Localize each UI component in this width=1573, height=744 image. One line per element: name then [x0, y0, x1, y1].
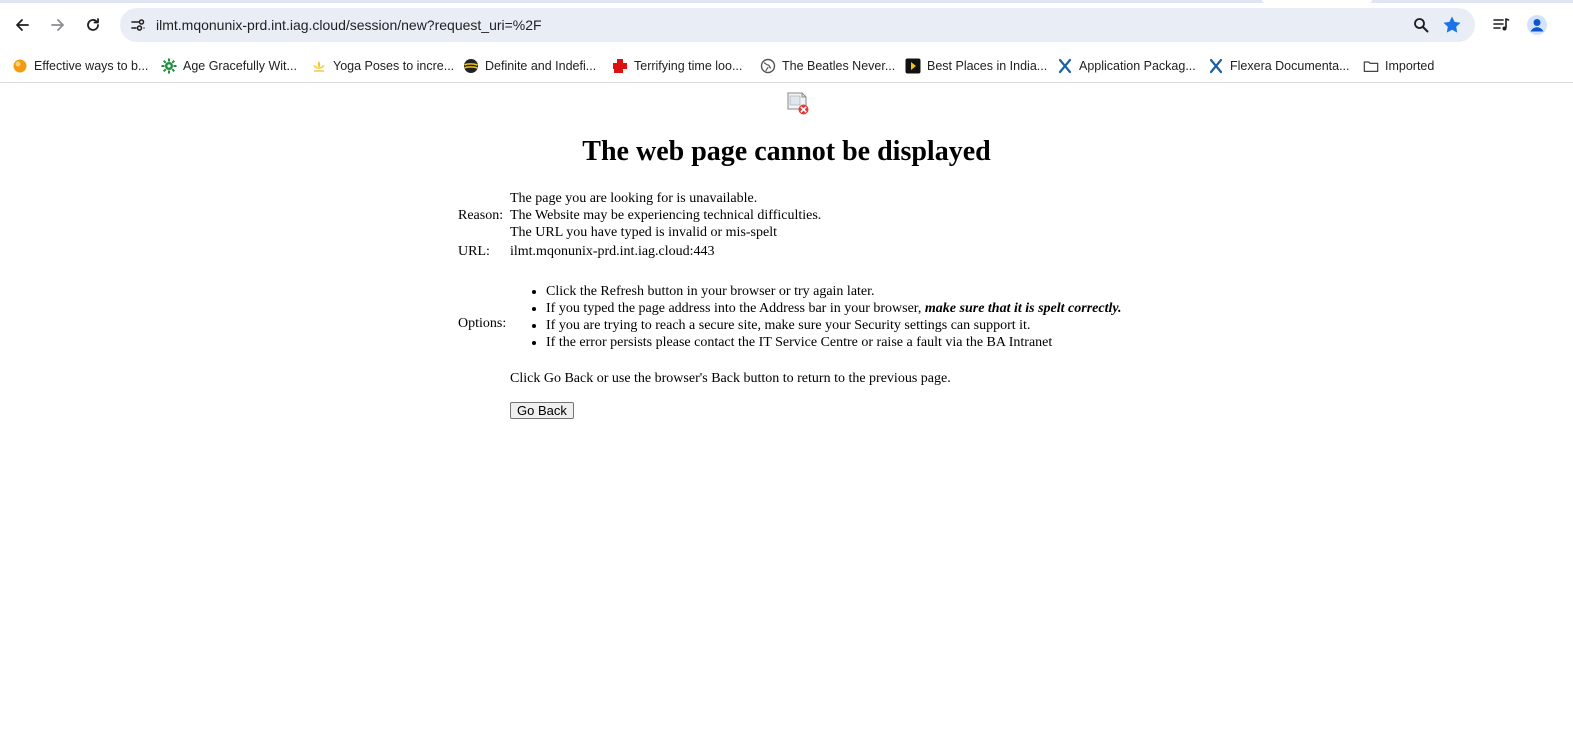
bookmark-label: Yoga Poses to incre...: [333, 59, 455, 73]
bookmark-item[interactable]: Definite and Indefi...: [463, 54, 596, 78]
arrow-left-icon: [16, 19, 29, 31]
bookmark-item[interactable]: Yoga Poses to incre...: [311, 54, 454, 78]
page-content: The web page cannot be displayed Reason:…: [0, 83, 1573, 744]
bookmark-item[interactable]: Effective ways to b...: [12, 54, 148, 78]
bookmark-label: Definite and Indefi...: [485, 59, 597, 73]
bookmark-label: Best Places in India...: [927, 59, 1048, 73]
bookmark-item[interactable]: Flexera Documenta...: [1208, 54, 1350, 78]
green-gear-icon: [161, 58, 177, 74]
reload-icon: [87, 18, 99, 31]
broken-image-icon: [786, 91, 810, 115]
reason-line: The page you are looking for is unavaila…: [510, 191, 758, 206]
reload-button[interactable]: [79, 11, 107, 39]
bookmark-star-icon[interactable]: [1441, 14, 1463, 36]
profile-avatar-icon[interactable]: [1525, 13, 1549, 37]
arrow-right-icon: [51, 19, 64, 31]
yellow-lotus-icon: [311, 58, 327, 74]
bookmark-label: The Beatles Never...: [782, 59, 896, 73]
back-button[interactable]: [8, 11, 36, 39]
url-label: URL:: [458, 244, 490, 259]
globe-dark-icon: [463, 58, 479, 74]
bookmark-label: Flexera Documenta...: [1230, 59, 1350, 73]
option-item: If the error persists please contact the…: [546, 334, 1122, 351]
options-label: Options:: [458, 316, 507, 331]
bookmark-label: Age Gracefully Wit...: [183, 59, 297, 73]
bookmark-item[interactable]: Application Packag...: [1057, 54, 1196, 78]
media-controls-icon[interactable]: [1489, 13, 1513, 37]
reason-line: The URL you have typed is invalid or mis…: [510, 225, 777, 240]
page-title: The web page cannot be displayed: [582, 136, 991, 167]
tab-strip: [0, 0, 1573, 3]
reason-line: The Website may be experiencing technica…: [510, 208, 822, 223]
bookmark-label: Terrifying time loo...: [634, 59, 743, 73]
zoom-icon[interactable]: [1411, 15, 1431, 35]
url-value: ilmt.mqonunix-prd.int.iag.cloud:443: [510, 244, 715, 259]
forward-button[interactable]: [44, 11, 72, 39]
options-list: Click the Refresh button in your browser…: [510, 283, 1122, 351]
bookmark-item[interactable]: Best Places in India...: [905, 54, 1047, 78]
bookmark-item[interactable]: Terrifying time loo...: [612, 54, 742, 78]
reason-label: Reason:: [458, 208, 504, 223]
go-back-button[interactable]: Go Back: [510, 402, 574, 419]
bookmarks-bar: Effective ways to b... Age Gracefully Wi…: [0, 50, 1573, 83]
bookmark-label: Imported: [1385, 59, 1435, 73]
play-icon: [905, 58, 921, 74]
option-item: If you typed the page address into the A…: [546, 300, 1122, 317]
site-info-icon[interactable]: [128, 15, 148, 35]
flexera-icon: [1057, 58, 1073, 74]
bookmark-label: Effective ways to b...: [34, 59, 149, 73]
browser-toolbar: ilmt.mqonunix-prd.int.iag.cloud/session/…: [0, 0, 1573, 50]
red-cross-icon: [612, 58, 628, 74]
globe-icon: [760, 58, 776, 74]
option-emphasis: make sure that it is spelt correctly.: [924, 301, 1122, 316]
orange-circle-icon: [12, 58, 28, 74]
address-bar[interactable]: ilmt.mqonunix-prd.int.iag.cloud/session/…: [120, 8, 1475, 42]
bookmark-item[interactable]: Age Gracefully Wit...: [161, 54, 297, 78]
option-item: If you are trying to reach a secure site…: [546, 317, 1122, 334]
option-item: Click the Refresh button in your browser…: [546, 283, 1122, 300]
flexera-icon: [1208, 58, 1224, 74]
bookmark-item[interactable]: The Beatles Never...: [760, 54, 895, 78]
folder-icon: [1363, 58, 1379, 74]
url-text[interactable]: ilmt.mqonunix-prd.int.iag.cloud/session/…: [156, 8, 542, 42]
bookmark-label: Application Packag...: [1079, 59, 1196, 73]
go-back-instructions: Click Go Back or use the browser's Back …: [510, 371, 951, 386]
bookmark-folder[interactable]: Imported: [1363, 54, 1434, 78]
